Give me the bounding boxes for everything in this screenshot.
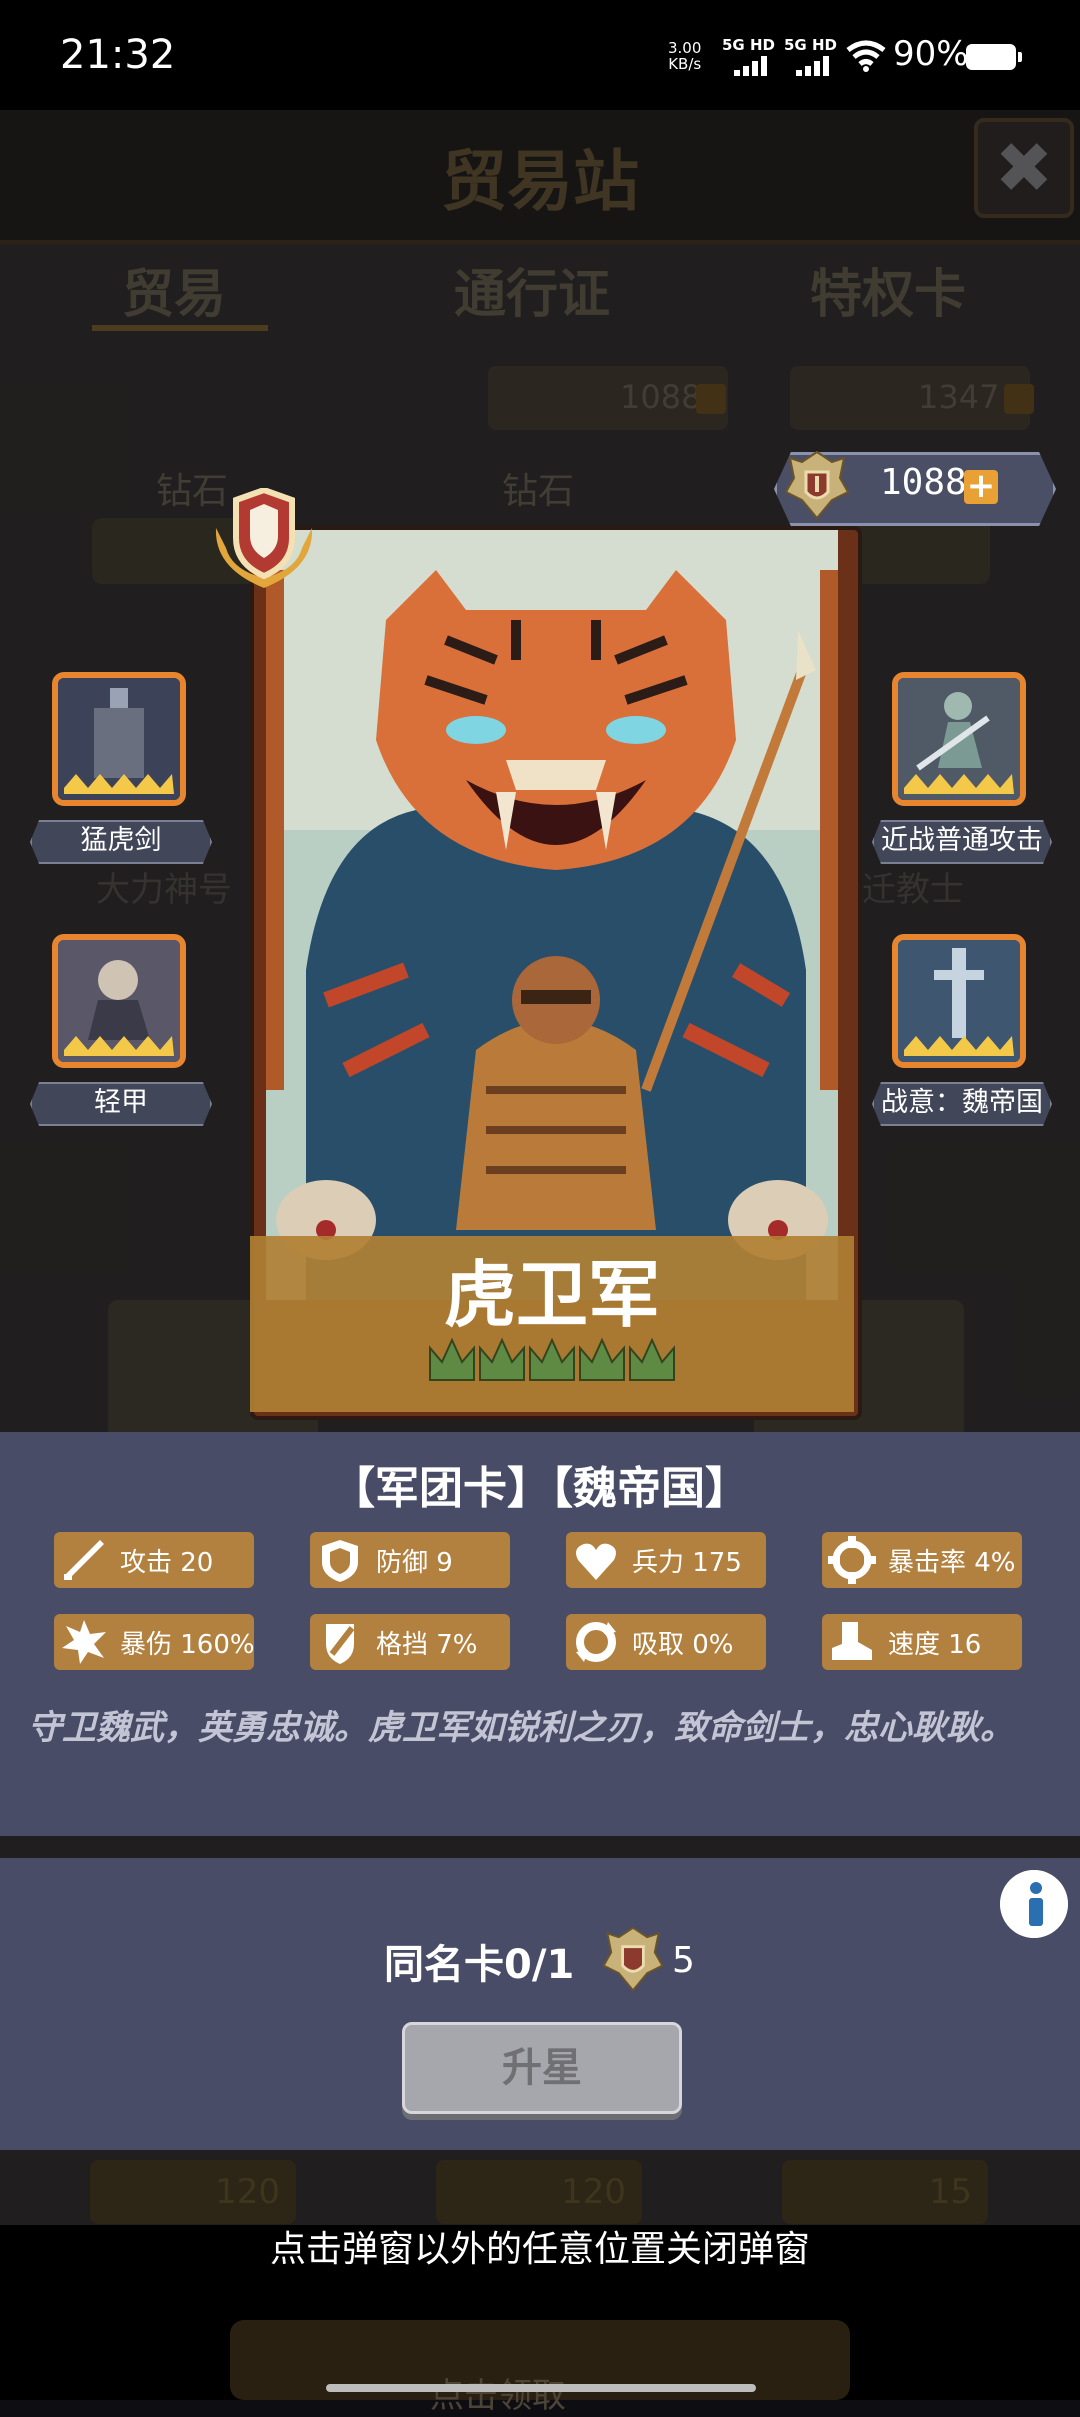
stat-crit-rate: 暴击率 4% — [822, 1532, 1022, 1588]
stat-attack: 攻击 20 — [54, 1532, 254, 1588]
battery-percent: 90% — [893, 34, 969, 74]
status-time: 21:32 — [60, 32, 176, 78]
block-icon — [326, 1624, 355, 1664]
crosshair-icon — [828, 1536, 876, 1584]
card-stars — [429, 1337, 675, 1381]
signal-label-1: 5G HD — [722, 36, 775, 54]
stat-troops: 兵力 175 — [566, 1532, 766, 1588]
light-armor-skill-icon — [58, 940, 180, 1062]
stat-drain: 吸取 0% — [566, 1614, 766, 1670]
skill-label: 近战普通攻击 — [872, 820, 1052, 864]
sword-icon — [64, 1540, 104, 1580]
skill-label: 战意：魏帝国 — [872, 1082, 1052, 1126]
add-currency-button[interactable]: + — [964, 469, 998, 504]
war-spirit-skill-icon — [898, 940, 1020, 1062]
card-name: 虎卫军 — [443, 1252, 660, 1337]
close-hint: 点击弹窗以外的任意位置关闭弹窗 — [269, 2229, 810, 2270]
upgrade-star-button[interactable]: 升星 — [402, 2022, 682, 2114]
sword-skill-icon — [58, 678, 180, 800]
currency-value: 1088 — [880, 462, 967, 503]
battery-icon — [966, 44, 1022, 70]
heart-icon — [576, 1543, 616, 1580]
melee-attack-skill-icon — [898, 678, 1020, 800]
emblem-icon — [602, 1926, 664, 1992]
stat-block: 格挡 7% — [310, 1614, 510, 1670]
skill-light-armor[interactable] — [52, 934, 186, 1068]
drain-icon — [576, 1622, 616, 1662]
signal-icon — [734, 56, 767, 76]
same-name-card-count: 同名卡0/1 — [384, 1942, 575, 1988]
boot-icon — [832, 1622, 872, 1660]
info-icon[interactable] — [1000, 1870, 1068, 1938]
rank-shield-icon — [215, 488, 313, 588]
signal-label-2: 5G HD — [784, 36, 837, 54]
emblem-icon — [784, 450, 850, 520]
skill-tiger-sword[interactable] — [52, 672, 186, 806]
tiger-guard-artwork — [266, 530, 838, 1300]
shield-icon — [322, 1540, 358, 1582]
signal-icon — [796, 56, 829, 76]
wifi-icon — [846, 40, 886, 72]
upgrade-cost: 5 — [672, 1940, 695, 1981]
skill-war-spirit[interactable] — [892, 934, 1026, 1068]
stat-defense: 防御 9 — [310, 1532, 510, 1588]
stat-speed: 速度 16 — [822, 1614, 1022, 1670]
background-bottom-label: 点击领取 — [430, 2376, 566, 2416]
card-description: 守卫魏武，英勇忠诚。虎卫军如锐利之刃，致命剑士，忠心耿耿。 — [28, 1708, 1014, 1748]
burst-icon — [62, 1620, 106, 1664]
stat-crit-damage: 暴伤 160% — [54, 1614, 255, 1670]
home-indicator[interactable] — [326, 2384, 756, 2392]
network-speed: 3.00 KB/s — [668, 39, 702, 73]
skill-label: 轻甲 — [30, 1082, 212, 1126]
skill-melee-attack[interactable] — [892, 672, 1026, 806]
skill-label: 猛虎剑 — [30, 820, 212, 864]
card-tags: 【军团卡】【魏帝国】 — [331, 1463, 749, 1514]
